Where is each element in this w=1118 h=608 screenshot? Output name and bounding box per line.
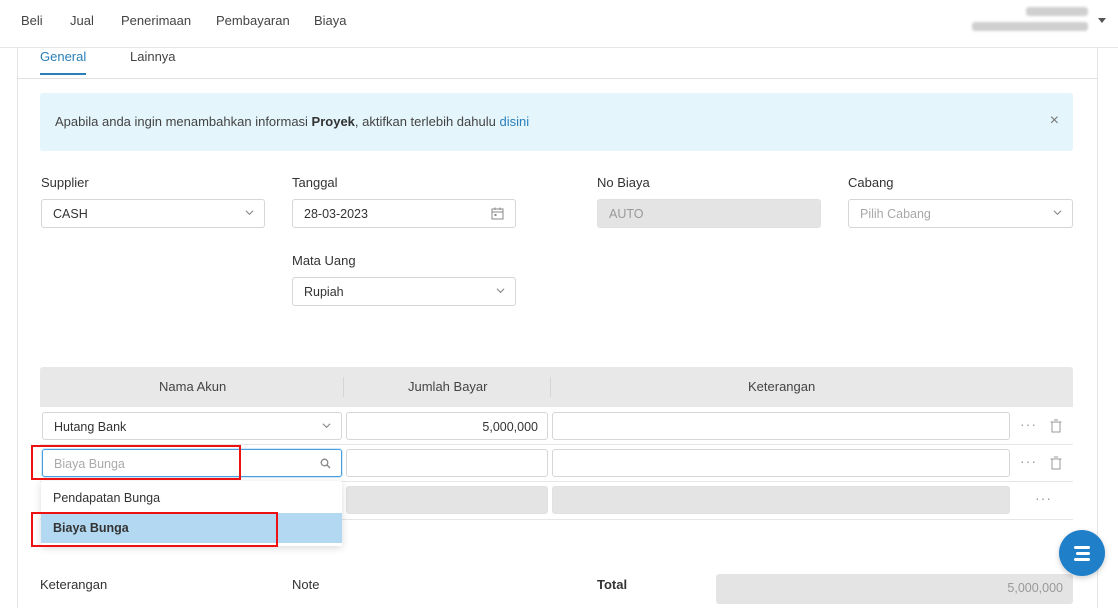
option-label: Biaya Bunga xyxy=(53,521,129,535)
chevron-down-icon xyxy=(496,288,505,294)
nav-item-jual[interactable]: Jual xyxy=(70,13,94,28)
cabang-label: Cabang xyxy=(848,175,894,190)
nav-item-beli[interactable]: Beli xyxy=(21,13,43,28)
user-name-blurred xyxy=(1026,7,1088,16)
alert-text-2: , aktifkan terlebih dahulu xyxy=(354,114,500,129)
row1-keterangan-input[interactable] xyxy=(552,412,1010,440)
note-label: Note xyxy=(292,577,320,592)
row1-akun-select[interactable]: Hutang Bank xyxy=(42,412,342,440)
chat-button[interactable] xyxy=(1059,530,1105,576)
search-icon xyxy=(320,458,331,469)
tanggal-label: Tanggal xyxy=(292,175,338,190)
row1-akun-value: Hutang Bank xyxy=(54,420,127,434)
row-divider xyxy=(40,444,1073,445)
header-divider xyxy=(343,377,344,397)
mata-uang-label: Mata Uang xyxy=(292,253,356,268)
chevron-down-icon xyxy=(1053,210,1062,216)
keterangan-label: Keterangan xyxy=(40,577,108,592)
nav-item-biaya[interactable]: Biaya xyxy=(314,13,347,28)
header-jumlah-bayar: Jumlah Bayar xyxy=(408,379,488,394)
row2-jumlah-input[interactable] xyxy=(346,449,548,477)
calendar-icon[interactable] xyxy=(491,207,504,220)
alert-message: Apabila anda ingin menambahkan informasi… xyxy=(55,114,529,129)
user-email-blurred xyxy=(972,22,1088,31)
dropdown-option-pendapatan-bunga[interactable]: Pendapatan Bunga xyxy=(41,483,342,513)
row1-jumlah-input[interactable]: 5,000,000 xyxy=(346,412,548,440)
total-value-field: 5,000,000 xyxy=(716,574,1073,604)
more-icon[interactable]: ··· xyxy=(1020,416,1037,432)
alert-bold-text: Proyek xyxy=(311,114,355,129)
close-icon[interactable]: × xyxy=(1050,112,1059,130)
header-keterangan: Keterangan xyxy=(748,379,816,394)
total-value: 5,000,000 xyxy=(1007,581,1063,595)
no-biaya-input: AUTO xyxy=(597,199,821,228)
supplier-label: Supplier xyxy=(41,175,89,190)
nav-item-penerimaan[interactable]: Penerimaan xyxy=(121,13,191,28)
tab-lainnya[interactable]: Lainnya xyxy=(130,49,176,73)
tanggal-date-input[interactable]: 28-03-2023 xyxy=(292,199,516,228)
mata-uang-select[interactable]: Rupiah xyxy=(292,277,516,306)
supplier-value: CASH xyxy=(53,207,88,221)
header-divider xyxy=(550,377,551,397)
cabang-select[interactable]: Pilih Cabang xyxy=(848,199,1073,228)
row3-jumlah-disabled xyxy=(346,486,548,514)
caret-down-icon[interactable] xyxy=(1098,18,1106,23)
mata-uang-value: Rupiah xyxy=(304,285,344,299)
chevron-down-icon xyxy=(245,210,254,216)
more-icon[interactable]: ··· xyxy=(1035,490,1052,506)
row1-jumlah-value: 5,000,000 xyxy=(482,420,538,434)
row2-akun-placeholder: Biaya Bunga xyxy=(54,457,125,471)
chat-icon xyxy=(1074,546,1090,561)
akun-dropdown-menu: Pendapatan Bunga Biaya Bunga xyxy=(41,481,342,546)
option-label: Pendapatan Bunga xyxy=(53,491,161,505)
total-label: Total xyxy=(597,577,628,592)
tanggal-value: 28-03-2023 xyxy=(304,207,368,221)
row3-keterangan-disabled xyxy=(552,486,1010,514)
no-biaya-label: No Biaya xyxy=(597,175,650,190)
dropdown-option-biaya-bunga[interactable]: Biaya Bunga xyxy=(41,513,342,543)
table-header: Nama Akun Jumlah Bayar Keterangan xyxy=(40,367,1073,407)
alert-link-disini[interactable]: disini xyxy=(499,114,529,129)
chevron-down-icon xyxy=(322,423,331,429)
trash-icon[interactable] xyxy=(1050,419,1062,433)
alert-text: Apabila anda ingin menambahkan informasi xyxy=(55,114,312,129)
tab-general[interactable]: General xyxy=(40,49,87,75)
user-menu[interactable] xyxy=(972,4,1106,37)
more-icon[interactable]: ··· xyxy=(1020,453,1037,469)
supplier-select[interactable]: CASH xyxy=(41,199,265,228)
row2-akun-search-input[interactable]: Biaya Bunga xyxy=(42,449,342,477)
header-nama-akun: Nama Akun xyxy=(159,379,227,394)
top-navigation: Beli Jual Penerimaan Pembayaran Biaya xyxy=(0,0,1118,48)
trash-icon[interactable] xyxy=(1050,456,1062,470)
row2-keterangan-input[interactable] xyxy=(552,449,1010,477)
info-alert: Apabila anda ingin menambahkan informasi… xyxy=(40,93,1073,151)
nav-item-pembayaran[interactable]: Pembayaran xyxy=(216,13,290,28)
tab-bar: General Lainnya xyxy=(17,48,1098,79)
cabang-placeholder: Pilih Cabang xyxy=(860,207,931,221)
no-biaya-value: AUTO xyxy=(609,207,644,221)
